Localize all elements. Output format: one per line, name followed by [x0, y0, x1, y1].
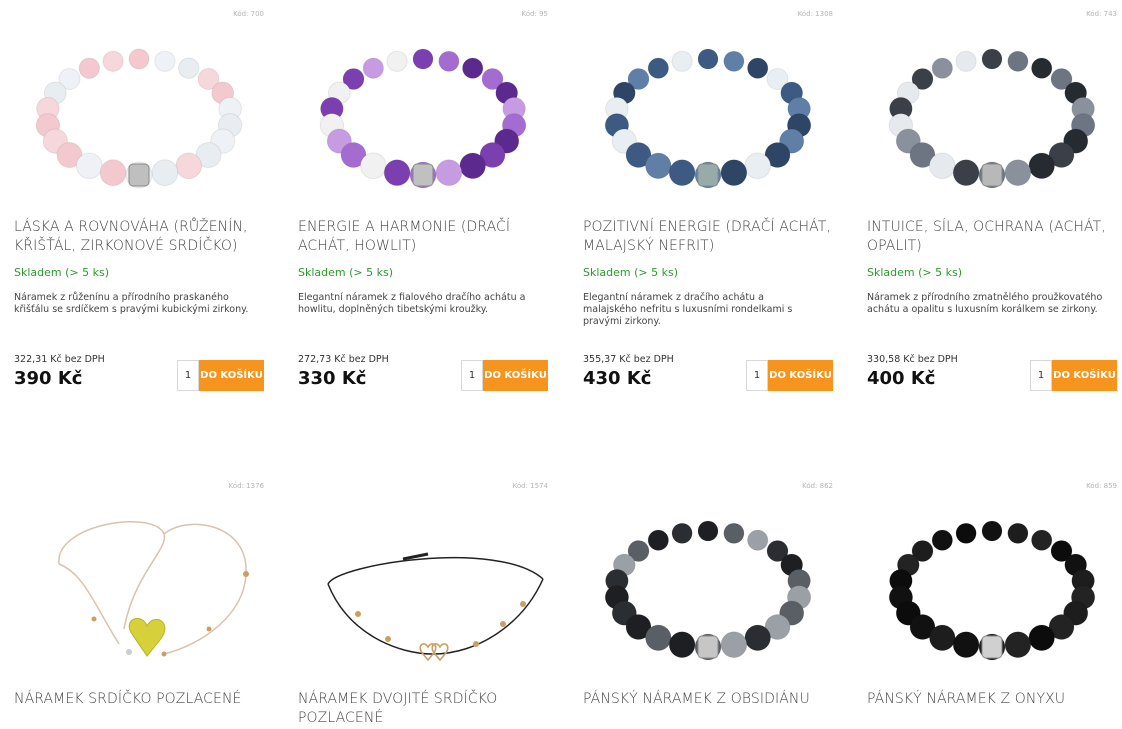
- price-without-vat: 355,37 Kč bez DPH: [583, 354, 674, 365]
- product-description: Náramek z růženínu a přírodního praskané…: [14, 292, 249, 315]
- product-image[interactable]: [14, 32, 264, 202]
- price: 390 Kč: [14, 368, 83, 389]
- price: 400 Kč: [867, 368, 936, 389]
- product-image[interactable]: [583, 32, 833, 202]
- product-name[interactable]: POZITIVNÍ ENERGIE (DRAČÍ ACHÁT, MALAJSKÝ…: [583, 218, 833, 256]
- product-image[interactable]: [867, 504, 1117, 674]
- product-name[interactable]: INTUICE, SÍLA, OCHRANA (ACHÁT, OPALIT): [867, 218, 1117, 256]
- quantity-input[interactable]: 1: [461, 360, 483, 391]
- add-to-cart-button[interactable]: DO KOŠÍKU: [483, 360, 548, 391]
- add-to-cart-button[interactable]: DO KOŠÍKU: [768, 360, 833, 391]
- blue-agate-bracelet-icon: [604, 48, 812, 189]
- obsidian-bracelet-icon: [604, 520, 812, 661]
- product-name[interactable]: NÁRAMEK DVOJITÉ SRDÍČKO POZLACENÉ: [298, 690, 548, 728]
- price-without-vat: 330,58 Kč bez DPH: [867, 354, 958, 365]
- product-code: Kód: 700: [233, 10, 264, 18]
- product-description: Elegantní náramek z fialového dračího ac…: [298, 292, 526, 315]
- quantity-input[interactable]: 1: [177, 360, 199, 391]
- stock-status: Skladem (> 5 ks): [583, 266, 679, 279]
- product-image[interactable]: [867, 32, 1117, 202]
- product-code: Kód: 1308: [797, 10, 833, 18]
- price: 430 Kč: [583, 368, 652, 389]
- purple-agate-bracelet-icon: [319, 48, 527, 189]
- add-to-cart-button[interactable]: DO KOŠÍKU: [1052, 360, 1117, 391]
- stock-status: Skladem (> 5 ks): [298, 266, 394, 279]
- quantity-input[interactable]: 1: [746, 360, 768, 391]
- price-without-vat: 322,31 Kč bez DPH: [14, 354, 105, 365]
- double-heart-cord-bracelet-icon: [327, 552, 544, 662]
- product-code: Kód: 1574: [512, 482, 548, 490]
- grey-agate-bracelet-icon: [888, 48, 1096, 189]
- product-name[interactable]: LÁSKA A ROVNOVÁHA (RŮŽENÍN, KŘIŠŤÁL, ZIR…: [14, 218, 264, 256]
- quantity-input[interactable]: 1: [1030, 360, 1052, 391]
- product-grid: Kód: 700 LÁSKA A ROVNOVÁHA (RŮŽENÍN, KŘI…: [0, 0, 1122, 729]
- rose-quartz-bracelet-icon: [35, 48, 243, 189]
- price: 330 Kč: [298, 368, 367, 389]
- add-to-cart-button[interactable]: DO KOŠÍKU: [199, 360, 264, 391]
- product-description: Náramek z přírodního zmatnělého proužkov…: [867, 292, 1103, 315]
- product-image[interactable]: [298, 504, 548, 674]
- product-description: Elegantní náramek z dračího achátu a mal…: [583, 292, 793, 327]
- product-code: Kód: 862: [802, 482, 833, 490]
- product-code: Kód: 1376: [228, 482, 264, 490]
- gold-heart-cord-bracelet-icon: [58, 521, 249, 657]
- onyx-bracelet-icon: [888, 520, 1096, 661]
- product-image[interactable]: [14, 504, 264, 674]
- product-image[interactable]: [298, 32, 548, 202]
- product-code: Kód: 95: [521, 10, 548, 18]
- product-code: Kód: 743: [1086, 10, 1117, 18]
- stock-status: Skladem (> 5 ks): [867, 266, 963, 279]
- stock-status: Skladem (> 5 ks): [14, 266, 110, 279]
- product-name[interactable]: PÁNSKÝ NÁRAMEK Z OBSIDIÁNU: [583, 690, 833, 709]
- product-name[interactable]: PÁNSKÝ NÁRAMEK Z ONYXU: [867, 690, 1117, 709]
- price-without-vat: 272,73 Kč bez DPH: [298, 354, 389, 365]
- product-name[interactable]: ENERGIE A HARMONIE (DRAČÍ ACHÁT, HOWLIT): [298, 218, 548, 256]
- product-name[interactable]: NÁRAMEK SRDÍČKO POZLACENÉ: [14, 690, 264, 709]
- product-image[interactable]: [583, 504, 833, 674]
- product-code: Kód: 859: [1086, 482, 1117, 490]
